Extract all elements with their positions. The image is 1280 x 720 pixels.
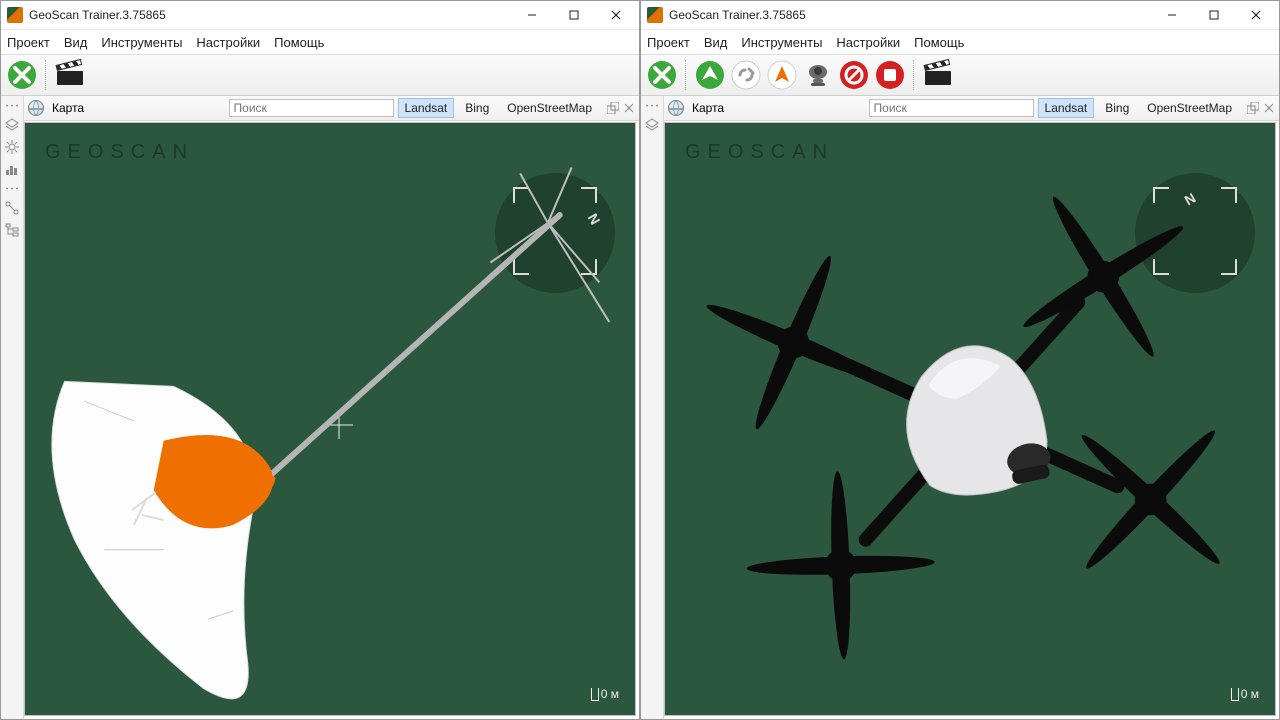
scene-quadcopter: [665, 123, 1275, 715]
panel-close-icon[interactable]: [623, 102, 635, 114]
panel-float-icon[interactable]: [1247, 102, 1259, 114]
app-icon: [7, 7, 23, 23]
menu-tools[interactable]: Инструменты: [101, 35, 182, 50]
maximize-button[interactable]: [1193, 1, 1235, 29]
panel-controls: [1247, 102, 1275, 114]
map-search-input[interactable]: [229, 99, 394, 117]
layer-bing[interactable]: Bing: [1098, 98, 1136, 118]
tree-icon[interactable]: [4, 222, 20, 238]
map-search-input[interactable]: [869, 99, 1034, 117]
workspace: Карта Landsat Bing OpenStreetMap GEOSCAN: [1, 96, 639, 719]
map-tabbar: Карта Landsat Bing OpenStreetMap: [24, 96, 639, 121]
workspace: Карта Landsat Bing OpenStreetMap GEOSCAN: [641, 96, 1279, 719]
stop-button[interactable]: [875, 60, 905, 90]
camera-button[interactable]: [803, 60, 833, 90]
disconnect-button[interactable]: [7, 60, 37, 90]
layer-bing[interactable]: Bing: [458, 98, 496, 118]
drag-handle-icon: [5, 187, 19, 190]
menu-project[interactable]: Проект: [7, 35, 50, 50]
network-icon[interactable]: [4, 200, 20, 216]
scene-fixed-wing: [25, 123, 635, 715]
menubar: Проект Вид Инструменты Настройки Помощь: [641, 30, 1279, 55]
map-viewport[interactable]: GEOSCAN N: [24, 122, 636, 716]
left-sidebar: [1, 96, 24, 719]
menu-project[interactable]: Проект: [647, 35, 690, 50]
menu-help[interactable]: Помощь: [274, 35, 324, 50]
map-tabbar: Карта Landsat Bing OpenStreetMap: [664, 96, 1279, 121]
panel-close-icon[interactable]: [1263, 102, 1275, 114]
layer-landsat[interactable]: Landsat: [398, 98, 455, 118]
drag-handle-icon: [645, 104, 659, 107]
window-left: GeoScan Trainer.3.75865 Проект Вид Инстр…: [0, 0, 640, 720]
titlebar: GeoScan Trainer.3.75865: [641, 1, 1279, 30]
menu-view[interactable]: Вид: [704, 35, 728, 50]
menu-settings[interactable]: Настройки: [836, 35, 900, 50]
main-area: Карта Landsat Bing OpenStreetMap GEOSCAN: [664, 96, 1279, 719]
toolbar: [1, 55, 639, 96]
link-button[interactable]: [731, 60, 761, 90]
scale-label: 0 м: [601, 687, 619, 701]
scale-bar: 0 м: [591, 687, 619, 701]
left-sidebar: [641, 96, 664, 719]
menubar: Проект Вид Инструменты Настройки Помощь: [1, 30, 639, 55]
toolbar-separator: [913, 60, 915, 90]
layers-icon[interactable]: [644, 117, 660, 133]
map-viewport[interactable]: GEOSCAN N: [664, 122, 1276, 716]
window-title: GeoScan Trainer.3.75865: [29, 8, 166, 22]
main-area: Карта Landsat Bing OpenStreetMap GEOSCAN: [24, 96, 639, 719]
layer-osm[interactable]: OpenStreetMap: [1140, 98, 1239, 118]
minimize-button[interactable]: [1151, 1, 1193, 29]
toolbar: [641, 55, 1279, 96]
menu-help[interactable]: Помощь: [914, 35, 964, 50]
map-tab-label[interactable]: Карта: [48, 101, 88, 115]
chart-icon[interactable]: [4, 161, 20, 177]
clapperboard-icon: [925, 65, 951, 85]
minimize-button[interactable]: [511, 1, 553, 29]
drag-handle-icon: [5, 104, 19, 107]
menu-view[interactable]: Вид: [64, 35, 88, 50]
window-right: GeoScan Trainer.3.75865 Проект Вид Инстр…: [640, 0, 1280, 720]
point-button[interactable]: [767, 60, 797, 90]
takeoff-button[interactable]: [695, 60, 725, 90]
dual-window-container: GeoScan Trainer.3.75865 Проект Вид Инстр…: [0, 0, 1280, 720]
disconnect-button[interactable]: [647, 60, 677, 90]
globe-icon: [28, 100, 44, 116]
titlebar: GeoScan Trainer.3.75865: [1, 1, 639, 30]
menu-settings[interactable]: Настройки: [196, 35, 260, 50]
close-button[interactable]: [595, 1, 637, 29]
map-tab-label[interactable]: Карта: [688, 101, 728, 115]
menu-tools[interactable]: Инструменты: [741, 35, 822, 50]
cancel-button[interactable]: [839, 60, 869, 90]
toolbar-separator: [685, 60, 687, 90]
layer-osm[interactable]: OpenStreetMap: [500, 98, 599, 118]
close-button[interactable]: [1235, 1, 1277, 29]
scale-bar: 0 м: [1231, 687, 1259, 701]
layers-icon[interactable]: [4, 117, 20, 133]
record-button[interactable]: [55, 60, 85, 90]
toolbar-separator: [45, 60, 47, 90]
window-title: GeoScan Trainer.3.75865: [669, 8, 806, 22]
panel-float-icon[interactable]: [607, 102, 619, 114]
clapperboard-icon: [57, 65, 83, 85]
app-icon: [647, 7, 663, 23]
gear-icon[interactable]: [4, 139, 20, 155]
layer-landsat[interactable]: Landsat: [1038, 98, 1095, 118]
globe-icon: [668, 100, 684, 116]
scale-label: 0 м: [1241, 687, 1259, 701]
record-button[interactable]: [923, 60, 953, 90]
maximize-button[interactable]: [553, 1, 595, 29]
panel-controls: [607, 102, 635, 114]
